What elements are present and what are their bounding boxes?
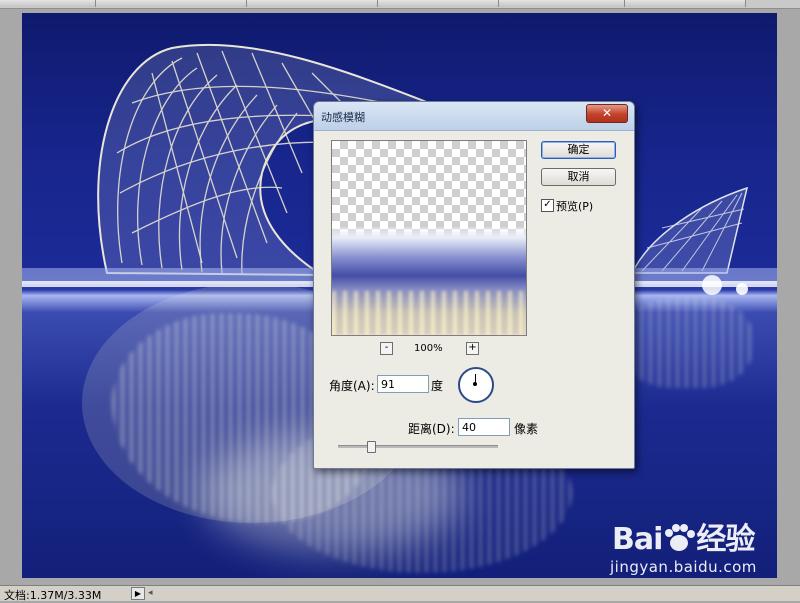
angle-unit: 度 bbox=[431, 379, 444, 393]
angle-label: 角度(A): bbox=[329, 379, 375, 393]
baidu-jingyan-watermark: Bai 经验 jingyan.baidu.com bbox=[610, 514, 757, 576]
document-tab-strip bbox=[0, 0, 800, 9]
zoom-level: 100% bbox=[414, 343, 443, 354]
document-tab[interactable] bbox=[625, 0, 746, 7]
paw-icon bbox=[662, 523, 696, 553]
close-button[interactable]: ✕ bbox=[586, 104, 628, 123]
document-tab[interactable] bbox=[0, 0, 96, 7]
distance-slider-track[interactable] bbox=[338, 445, 498, 448]
preview-checkbox-label[interactable]: 预览(P) bbox=[556, 198, 593, 214]
filter-preview[interactable] bbox=[331, 140, 527, 336]
preview-checkbox[interactable]: ✓ bbox=[541, 199, 554, 212]
document-tab[interactable] bbox=[499, 0, 625, 7]
scroll-left-icon[interactable]: ◂ bbox=[148, 588, 153, 598]
status-bar: 文档:1.37M/3.33M ▶ ◂ bbox=[0, 585, 800, 602]
status-menu-arrow-icon[interactable]: ▶ bbox=[131, 587, 145, 600]
document-tab[interactable] bbox=[96, 0, 247, 7]
angle-input[interactable]: 91 bbox=[377, 375, 429, 393]
document-tab[interactable] bbox=[378, 0, 499, 7]
dialog-title: 动感模糊 bbox=[321, 111, 365, 124]
zoom-in-button[interactable]: + bbox=[466, 342, 479, 355]
cancel-button[interactable]: 取消 bbox=[541, 168, 616, 186]
ok-button[interactable]: 确定 bbox=[541, 141, 616, 159]
distance-unit: 像素 bbox=[514, 422, 539, 436]
distance-label: 距离(D): bbox=[408, 422, 455, 436]
distance-slider-thumb[interactable] bbox=[367, 441, 376, 453]
watermark-brand-right: 经验 bbox=[696, 522, 755, 557]
watermark-url: jingyan.baidu.com bbox=[610, 558, 757, 576]
motion-blur-dialog: 动感模糊 ✕ - 100% + 确定 取消 ✓ 预览(P) 角度(A): 91 … bbox=[313, 101, 635, 469]
dialog-titlebar[interactable]: 动感模糊 ✕ bbox=[314, 102, 634, 131]
angle-dial[interactable] bbox=[458, 367, 494, 403]
distance-input[interactable]: 40 bbox=[458, 418, 510, 436]
zoom-out-button[interactable]: - bbox=[380, 342, 393, 355]
document-size-info: 文档:1.37M/3.33M bbox=[4, 589, 102, 602]
document-tab[interactable] bbox=[247, 0, 378, 7]
watermark-brand-left: Bai bbox=[612, 522, 663, 557]
